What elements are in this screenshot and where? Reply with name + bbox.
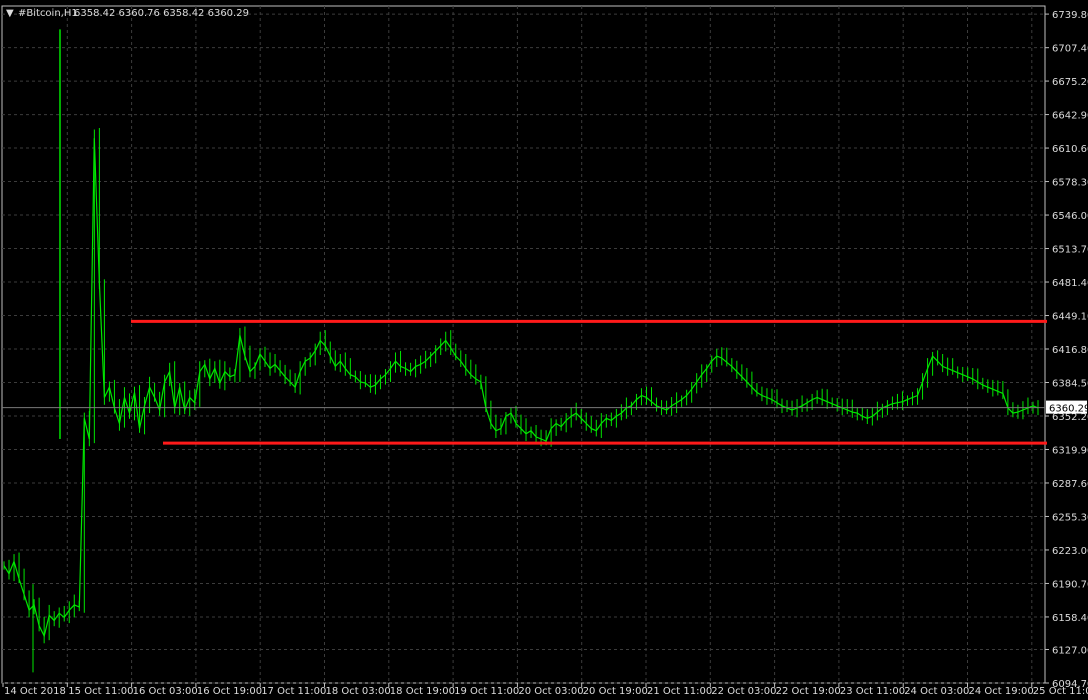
- y-tick-label: 6642.90: [1052, 111, 1088, 122]
- chart-window[interactable]: 6739.80 6707.40 6675.20 6642.90 6610.60 6578.…: [0, 0, 1088, 700]
- y-tick-label: 6223.00: [1052, 546, 1088, 557]
- y-tick-label: 6610.60: [1052, 144, 1088, 155]
- dropdown-arrow-icon[interactable]: ▼: [6, 8, 14, 19]
- ohlc-label: 6358.42 6360.76 6358.42 6360.29: [74, 8, 249, 19]
- x-tick-label: 24 Oct 19:00: [969, 686, 1034, 697]
- x-tick-label: 22 Oct 19:00: [776, 686, 841, 697]
- y-tick-label: 6190.70: [1052, 579, 1088, 590]
- x-tick-label: 18 Oct 19:00: [390, 686, 455, 697]
- x-tick-label: 16 Oct 03:00: [133, 686, 198, 697]
- x-tick-label: 21 Oct 11:00: [647, 686, 712, 697]
- x-tick-label: 20 Oct 19:00: [583, 686, 648, 697]
- y-tick-label: 6127.00: [1052, 646, 1088, 657]
- current-price-label: 6360.29: [1049, 404, 1088, 415]
- x-tick-label: 15 Oct 11:00: [68, 686, 133, 697]
- y-tick-label: 6578.30: [1052, 178, 1088, 189]
- price-axis: 6739.80 6707.40 6675.20 6642.90 6610.60 6578.…: [1045, 10, 1088, 690]
- y-tick-label: 6707.40: [1052, 44, 1088, 55]
- y-tick-label: 6675.20: [1052, 77, 1088, 88]
- y-tick-label: 6287.60: [1052, 479, 1088, 490]
- x-tick-label: 23 Oct 11:00: [840, 686, 905, 697]
- grid: [1, 5, 1046, 684]
- x-tick-label: 20 Oct 03:00: [518, 686, 583, 697]
- symbol-label: #Bitcoin,H1: [18, 8, 78, 19]
- y-tick-label: 6513.70: [1052, 245, 1088, 256]
- y-tick-label: 6546.00: [1052, 211, 1088, 222]
- x-tick-label: 25 Oct 11:00: [1033, 686, 1088, 697]
- x-tick-label: 18 Oct 03:00: [326, 686, 391, 697]
- plot-frame: [1, 5, 1046, 684]
- y-tick-label: 6449.10: [1052, 312, 1088, 323]
- y-tick-label: 6319.90: [1052, 445, 1088, 456]
- x-tick-label: 19 Oct 11:00: [454, 686, 519, 697]
- chart-header: ▼ #Bitcoin,H1 6358.42 6360.76 6358.42 63…: [6, 8, 249, 19]
- price-chart[interactable]: 6739.80 6707.40 6675.20 6642.90 6610.60 6578.…: [0, 0, 1088, 700]
- x-tick-label: 17 Oct 11:00: [261, 686, 326, 697]
- time-axis: 14 Oct 2018 15 Oct 11:00 16 Oct 03:00 16 Oc…: [2, 683, 1088, 697]
- y-tick-label: 6416.80: [1052, 345, 1088, 356]
- y-tick-label: 6255.30: [1052, 512, 1088, 523]
- x-tick-label: 22 Oct 03:00: [711, 686, 776, 697]
- candles: [3, 29, 1039, 673]
- price-line: [3, 138, 1039, 638]
- y-tick-label: 6384.50: [1052, 379, 1088, 390]
- y-tick-label: 6158.40: [1052, 613, 1088, 624]
- y-tick-label: 6739.80: [1052, 10, 1088, 21]
- x-tick-label: 16 Oct 19:00: [197, 686, 262, 697]
- y-tick-label: 6481.40: [1052, 278, 1088, 289]
- x-tick-label: 24 Oct 03:00: [904, 686, 969, 697]
- x-tick-label: 14 Oct 2018: [4, 686, 66, 697]
